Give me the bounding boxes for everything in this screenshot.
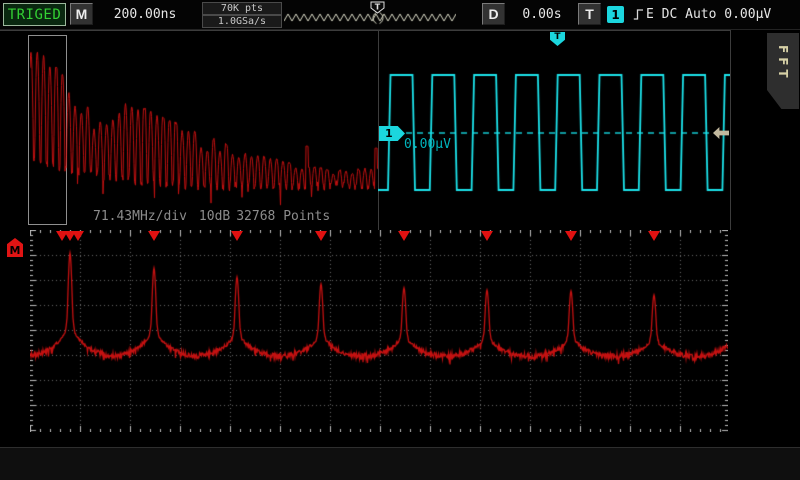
channel1-waveform — [378, 30, 730, 230]
memory-depth-readout: 70K pts — [202, 2, 282, 15]
delay-readout: 0.00s — [506, 7, 578, 22]
timebase-readout: 200.00ns — [102, 7, 188, 22]
fft-menu-tab[interactable]: FFT — [767, 33, 799, 109]
trigger-position-marker-icon[interactable]: T — [370, 1, 385, 14]
svg-text:T: T — [375, 3, 381, 12]
sample-rate-readout: 1.0GSa/s — [202, 15, 282, 28]
rising-edge-icon — [633, 8, 644, 21]
fft-tab-label: FFT — [776, 45, 790, 82]
oscilloscope-screen: TRIGED M 200.00ns 70K pts 1.0GSa/s T D 0… — [0, 0, 800, 480]
channel1-level-label: 0.00µV — [404, 137, 451, 152]
fft-zoom-trace — [30, 230, 728, 432]
fft-overview-trace — [30, 30, 378, 230]
fft-points-readout: 32768 Points — [236, 209, 330, 224]
fft-overview-readout: 71.43MHz/div 10dB 32768 Points — [93, 209, 342, 224]
horizontal-menu-button[interactable]: M — [70, 3, 93, 25]
trigger-source-badge: 1 — [607, 6, 624, 23]
math-channel-marker[interactable]: M — [7, 238, 23, 257]
fft-vscale-readout: 10dB — [199, 209, 230, 224]
bottom-bar: 1 50.00mV 1X 2 OFF M 10dBVrms 1.00GSa/s … — [0, 447, 800, 480]
trigger-marker-label: T — [554, 32, 560, 42]
trigger-menu-button[interactable]: T — [578, 3, 601, 25]
channel1-marker-label: 1 — [385, 127, 393, 140]
top-bar: TRIGED M 200.00ns 70K pts 1.0GSa/s T D 0… — [0, 0, 800, 30]
math-marker-label: M — [10, 244, 21, 257]
trigger-status-badge: TRIGED — [3, 3, 66, 26]
delay-button[interactable]: D — [482, 3, 505, 25]
trigger-settings-readout: E DC Auto 0.00µV — [646, 7, 776, 22]
panel-right-border — [730, 30, 731, 230]
fft-hdiv-readout: 71.43MHz/div — [93, 209, 187, 224]
